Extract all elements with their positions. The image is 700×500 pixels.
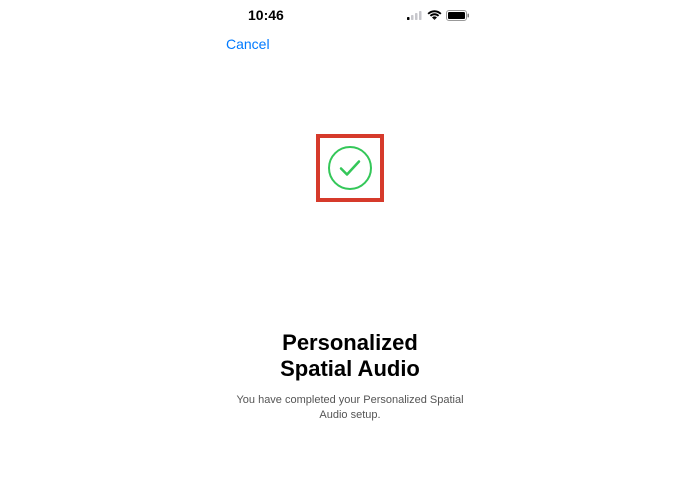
- cellular-signal-icon: [407, 10, 423, 20]
- highlight-box: [316, 134, 384, 202]
- page-subtitle: You have completed your Personalized Spa…: [236, 393, 463, 423]
- status-indicators: [407, 10, 470, 21]
- battery-icon: [446, 10, 470, 21]
- nav-bar: Cancel: [210, 24, 490, 56]
- status-bar: 10:46: [210, 0, 490, 24]
- page-title: Personalized Spatial Audio: [280, 330, 420, 383]
- content-area: Personalized Spatial Audio You have comp…: [210, 56, 490, 422]
- cancel-button[interactable]: Cancel: [224, 32, 272, 56]
- wifi-icon: [427, 10, 442, 21]
- phone-screen: 10:46: [210, 0, 490, 500]
- success-checkmark-icon: [326, 144, 374, 192]
- status-time: 10:46: [248, 7, 284, 23]
